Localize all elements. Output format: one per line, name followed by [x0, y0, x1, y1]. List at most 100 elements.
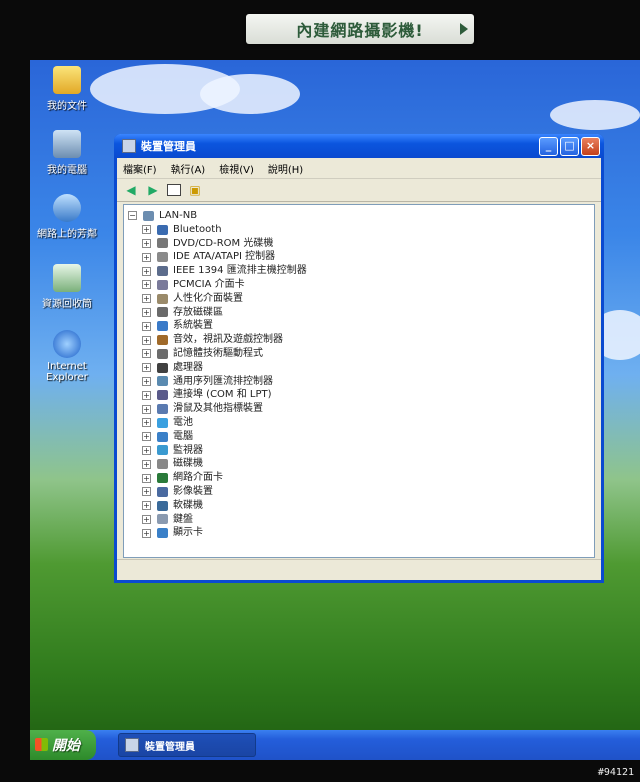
menu-bar: 檔案(F) 執行(A) 檢視(V) 說明(H) [117, 158, 601, 179]
expand-icon[interactable]: + [142, 321, 151, 331]
expand-icon[interactable]: + [142, 432, 151, 442]
watermark: #94121 [597, 767, 634, 778]
device-tree: − LAN-NB + Bluetooth + DVD/CD-ROM 光碟機 + IDE A… [124, 205, 594, 540]
expand-icon[interactable]: + [142, 404, 151, 414]
status-bar [117, 559, 601, 580]
device-tree-pane: − LAN-NB + Bluetooth + DVD/CD-ROM 光碟機 + IDE A… [123, 204, 595, 558]
expand-icon[interactable]: + [142, 418, 151, 428]
menu-view[interactable]: 檢視(V) [219, 161, 254, 176]
tree-node[interactable]: + Bluetooth [128, 223, 594, 237]
window-title: 裝置管理員 [141, 140, 196, 153]
expand-icon[interactable]: + [142, 501, 151, 511]
expand-icon[interactable]: + [142, 280, 151, 290]
device-category-icon [157, 279, 168, 290]
properties-icon[interactable] [167, 184, 181, 196]
internet-explorer-icon [53, 330, 81, 358]
tree-node[interactable]: + IEEE 1394 匯流排主機控制器 [128, 264, 594, 278]
desktop-icon-network[interactable]: 網路上的芳鄰 [36, 194, 98, 240]
tree-node[interactable]: + PCMCIA 介面卡 [128, 278, 594, 292]
tree-node[interactable]: + DVD/CD-ROM 光碟機 [128, 237, 594, 251]
device-category-icon [157, 404, 168, 415]
tree-root[interactable]: − LAN-NB [128, 209, 594, 223]
expand-icon[interactable]: + [142, 514, 151, 524]
tree-node[interactable]: + 電池 [128, 416, 594, 430]
start-label: 開始 [52, 738, 80, 754]
expand-icon[interactable]: + [142, 294, 151, 304]
tree-node[interactable]: + 存放磁碟區 [128, 306, 594, 320]
expand-icon[interactable]: + [142, 528, 151, 538]
tree-node[interactable]: + 處理器 [128, 361, 594, 375]
desktop-icon-computer[interactable]: 我的電腦 [36, 130, 98, 176]
tree-node[interactable]: + 顯示卡 [128, 526, 594, 540]
computer-icon [53, 130, 81, 158]
device-category-icon [157, 459, 168, 470]
tree-node[interactable]: + 通用序列匯流排控制器 [128, 375, 594, 389]
menu-help[interactable]: 說明(H) [268, 161, 303, 176]
expand-icon[interactable]: + [142, 473, 151, 483]
device-category-icon [157, 362, 168, 373]
tree-node[interactable]: + 記憶體技術驅動程式 [128, 347, 594, 361]
tree-node[interactable]: + 網路介面卡 [128, 471, 594, 485]
tree-node[interactable]: + 音效，視訊及遊戲控制器 [128, 333, 594, 347]
expand-icon[interactable]: + [142, 363, 151, 373]
expand-icon[interactable]: + [142, 307, 151, 317]
maximize-button[interactable]: □ [560, 136, 579, 156]
network-places-icon [53, 194, 81, 222]
start-button[interactable]: 開始 [30, 730, 96, 760]
tree-node[interactable]: + 磁碟機 [128, 457, 594, 471]
help-icon[interactable]: ▣ [187, 183, 203, 197]
webcam-sticker: 內建網路攝影機! [246, 14, 474, 44]
tree-node[interactable]: + 監視器 [128, 444, 594, 458]
device-category-icon [157, 486, 168, 497]
taskbar-device-manager-button[interactable]: 裝置管理員 [118, 733, 256, 757]
device-category-icon [157, 376, 168, 387]
tree-node[interactable]: + IDE ATA/ATAPI 控制器 [128, 250, 594, 264]
tree-node[interactable]: + 電腦 [128, 430, 594, 444]
expand-icon[interactable]: + [142, 335, 151, 345]
tree-node[interactable]: + 人性化介面裝置 [128, 292, 594, 306]
expand-icon[interactable]: + [142, 349, 151, 359]
collapse-icon[interactable]: − [128, 211, 137, 221]
expand-icon[interactable]: + [142, 376, 151, 386]
tree-node-label: 鍵盤 [173, 513, 193, 525]
device-category-icon [157, 445, 168, 456]
sticker-text: 內建網路攝影機! [296, 21, 424, 40]
tree-node-label: 磁碟機 [173, 458, 203, 470]
expand-icon[interactable]: + [142, 390, 151, 400]
expand-icon[interactable]: + [142, 445, 151, 455]
tree-node[interactable]: + 影像裝置 [128, 485, 594, 499]
close-button[interactable]: × [581, 136, 600, 156]
tree-node[interactable]: + 滑鼠及其他指標裝置 [128, 402, 594, 416]
menu-file[interactable]: 檔案(F) [123, 161, 157, 176]
tree-node-label: 系統裝置 [173, 320, 213, 332]
tree-node-label: 軟碟機 [173, 499, 203, 511]
tree-node-label: 存放磁碟區 [173, 306, 223, 318]
tree-node-label: IEEE 1394 匯流排主機控制器 [173, 265, 307, 277]
arrow-icon [460, 23, 468, 35]
back-arrow-icon[interactable]: ◀ [123, 183, 139, 197]
expand-icon[interactable]: + [142, 252, 151, 262]
tree-node[interactable]: + 連接埠 (COM 和 LPT) [128, 388, 594, 402]
window-titlebar[interactable]: 裝置管理員 _ □ × [114, 134, 604, 158]
desktop-icon-label: 網路上的芳鄰 [37, 229, 97, 240]
expand-icon[interactable]: + [142, 266, 151, 276]
desktop-icon-documents[interactable]: 我的文件 [36, 66, 98, 112]
expand-icon[interactable]: + [142, 459, 151, 469]
minimize-button[interactable]: _ [539, 136, 558, 156]
device-manager-window: 裝置管理員 _ □ × 檔案(F) 執行(A) 檢視(V) 說明(H) ◀ ▶ … [114, 134, 604, 583]
device-manager-icon [122, 139, 136, 153]
desktop-icon-ie[interactable]: Internet Explorer [36, 330, 98, 383]
tree-node[interactable]: + 系統裝置 [128, 319, 594, 333]
device-category-icon [157, 266, 168, 277]
tree-node-label: 網路介面卡 [173, 472, 223, 484]
menu-action[interactable]: 執行(A) [171, 161, 206, 176]
expand-icon[interactable]: + [142, 225, 151, 235]
expand-icon[interactable]: + [142, 487, 151, 497]
desktop-icon-recycle[interactable]: 資源回收筒 [36, 264, 98, 310]
tree-node-label: 通用序列匯流排控制器 [173, 375, 273, 387]
documents-folder-icon [53, 66, 81, 94]
expand-icon[interactable]: + [142, 238, 151, 248]
tree-node[interactable]: + 軟碟機 [128, 499, 594, 513]
forward-arrow-icon[interactable]: ▶ [145, 183, 161, 197]
tree-node[interactable]: + 鍵盤 [128, 513, 594, 527]
